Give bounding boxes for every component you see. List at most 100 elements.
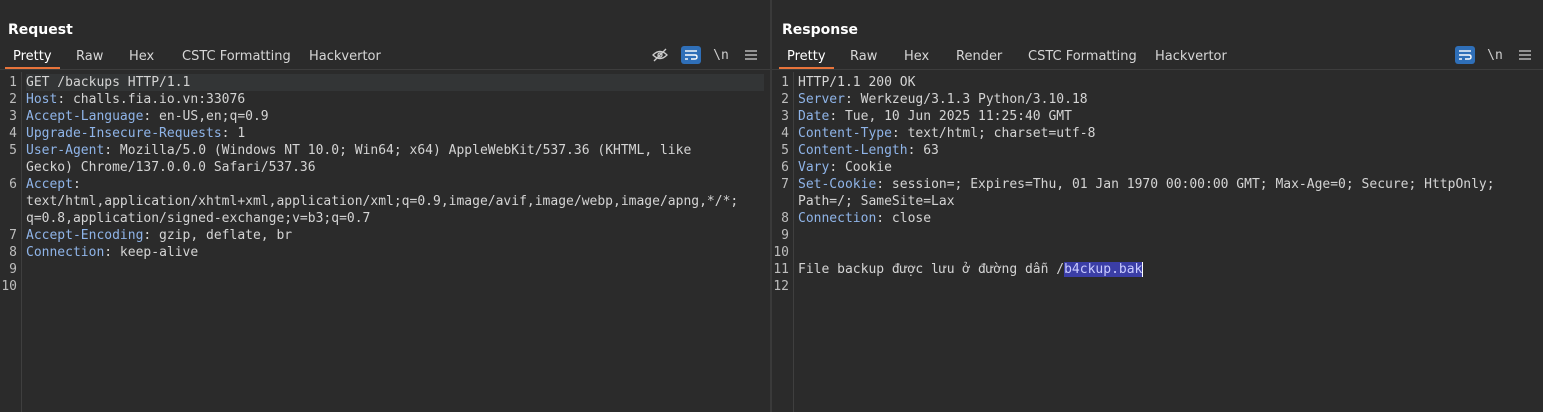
line-number: 2 [781, 92, 789, 107]
wrap-icon[interactable] [681, 46, 701, 64]
wrap-icon[interactable] [1455, 46, 1475, 64]
request-editor[interactable]: 1 2 3 4 5 6 7 8 9 10 GET /backups HTTP/1.1 Host: c… [0, 72, 770, 412]
header-value: text/html; charset=utf-8 [899, 126, 1096, 141]
line-text: q=0.8,application/signed-exchange;v=b3;q… [26, 211, 371, 226]
newline-icon[interactable]: \n [711, 46, 731, 64]
line-number: 11 [773, 262, 789, 277]
menu-icon[interactable] [1515, 46, 1535, 64]
header-name: Accept [26, 177, 73, 192]
request-tab-pretty[interactable]: Pretty [5, 49, 60, 69]
response-tab-hackvertor[interactable]: Hackvertor [1155, 49, 1227, 64]
text-caret [1142, 262, 1144, 277]
response-tabs: Pretty Raw Hex Render CSTC Formatting Ha… [772, 47, 1543, 69]
request-tab-hackvertor[interactable]: Hackvertor [309, 49, 381, 64]
code-line: Gecko) Chrome/137.0.0.0 Safari/537.36 [26, 159, 764, 176]
response-line-gutter: 1 2 3 4 5 6 7 8 9 10 11 12 [772, 72, 794, 412]
code-line: GET /backups HTTP/1.1 [26, 74, 764, 91]
code-line: q=0.8,application/signed-exchange;v=b3;q… [26, 210, 764, 227]
code-line: Host: challs.fia.io.vn:33076 [26, 91, 764, 108]
line-number: 9 [9, 262, 17, 277]
response-tab-cstc-formatting[interactable]: CSTC Formatting [1028, 49, 1137, 64]
code-line: Accept-Language: en-US,en;q=0.9 [26, 108, 764, 125]
line-number: 6 [781, 160, 789, 175]
header-colon: : [104, 143, 113, 158]
header-name: Content-Length [798, 143, 908, 158]
request-tab-hex[interactable]: Hex [129, 49, 154, 64]
request-title: Request [8, 22, 73, 38]
header-name: Connection [26, 245, 105, 260]
header-colon: : [829, 109, 838, 124]
header-value: challs.fia.io.vn:33076 [65, 92, 246, 107]
header-value: Werkzeug/3.1.3 Python/3.10.18 [852, 92, 1088, 107]
header-value: close [884, 211, 932, 226]
response-tab-render[interactable]: Render [956, 49, 1002, 64]
header-colon: : [57, 92, 66, 107]
header-value: gzip, deflate, br [151, 228, 293, 243]
line-number: 7 [9, 228, 17, 243]
response-tab-raw[interactable]: Raw [850, 49, 877, 64]
menu-icon[interactable] [741, 46, 761, 64]
header-value: session=; Expires=Thu, 01 Jan 1970 00:00… [884, 177, 1495, 192]
header-name: Connection [798, 211, 877, 226]
response-pane: Response Pretty Raw Hex Render CSTC Form… [772, 0, 1543, 412]
header-name: Content-Type [798, 126, 892, 141]
line-number: 4 [781, 126, 789, 141]
header-colon: : [829, 160, 838, 175]
line-number: 8 [9, 245, 17, 260]
header-value: keep-alive [112, 245, 199, 260]
header-value: Tue, 10 Jun 2025 11:25:40 GMT [837, 109, 1072, 124]
header-name: Date [798, 109, 830, 124]
request-pane: Request Pretty Raw Hex CSTC Formatting H… [0, 0, 770, 412]
line-number: 10 [1, 279, 17, 294]
header-value: Cookie [837, 160, 892, 175]
header-colon: : [104, 245, 113, 260]
header-colon: : [876, 211, 885, 226]
response-editor[interactable]: 1 2 3 4 5 6 7 8 9 10 11 12 HTTP/1.1 200 OK Server: W… [772, 72, 1543, 412]
line-number: 2 [9, 92, 17, 107]
line-number: 4 [9, 126, 17, 141]
code-line: Date: Tue, 10 Jun 2025 11:25:40 GMT [798, 108, 1537, 125]
code-line: Content-Length: 63 [798, 142, 1537, 159]
newline-icon[interactable]: \n [1485, 46, 1505, 64]
selected-text[interactable]: b4ckup.bak [1064, 262, 1143, 277]
header-colon: : [876, 177, 885, 192]
code-line: Server: Werkzeug/3.1.3 Python/3.10.18 [798, 91, 1537, 108]
code-line: Connection: close [798, 210, 1537, 227]
header-name: User-Agent [26, 143, 105, 158]
header-name: Server [798, 92, 845, 107]
code-line: Upgrade-Insecure-Requests: 1 [26, 125, 764, 142]
header-name: Accept-Encoding [26, 228, 144, 243]
response-tab-hex[interactable]: Hex [904, 49, 929, 64]
line-number: 9 [781, 228, 789, 243]
header-name: Set-Cookie [798, 177, 877, 192]
response-title: Response [782, 22, 859, 38]
line-number: 5 [9, 143, 17, 158]
line-number: 12 [773, 279, 789, 294]
code-line: Set-Cookie: session=; Expires=Thu, 01 Ja… [798, 176, 1537, 193]
code-line: User-Agent: Mozilla/5.0 (Windows NT 10.0… [26, 142, 764, 159]
eye-off-icon[interactable] [650, 46, 670, 64]
header-colon: : [844, 92, 853, 107]
header-name: Host [26, 92, 58, 107]
header-value: 63 [915, 143, 939, 158]
code-line: Accept: [26, 176, 764, 193]
request-tab-cstc-formatting[interactable]: CSTC Formatting [182, 49, 291, 64]
line-text: text/html,application/xhtml+xml,applicat… [26, 194, 739, 209]
header-value: Mozilla/5.0 (Windows NT 10.0; Win64; x64… [112, 143, 692, 158]
line-text: GET /backups HTTP/1.1 [26, 75, 191, 90]
code-line: text/html,application/xhtml+xml,applicat… [26, 193, 764, 210]
request-tab-raw[interactable]: Raw [76, 49, 103, 64]
line-number: 7 [781, 177, 789, 192]
line-number: 1 [781, 75, 789, 90]
header-name: Accept-Language [26, 109, 144, 124]
code-line: Accept-Encoding: gzip, deflate, br [26, 227, 764, 244]
request-line-gutter: 1 2 3 4 5 6 7 8 9 10 [0, 72, 22, 412]
line-number: 10 [773, 245, 789, 260]
response-tab-pretty[interactable]: Pretty [779, 49, 834, 69]
header-name: Upgrade-Insecure-Requests [26, 126, 222, 141]
header-name: Vary [798, 160, 830, 175]
code-line: HTTP/1.1 200 OK [798, 74, 1537, 91]
header-colon: : [72, 177, 81, 192]
code-line: Connection: keep-alive [26, 244, 764, 261]
header-colon: : [891, 126, 900, 141]
